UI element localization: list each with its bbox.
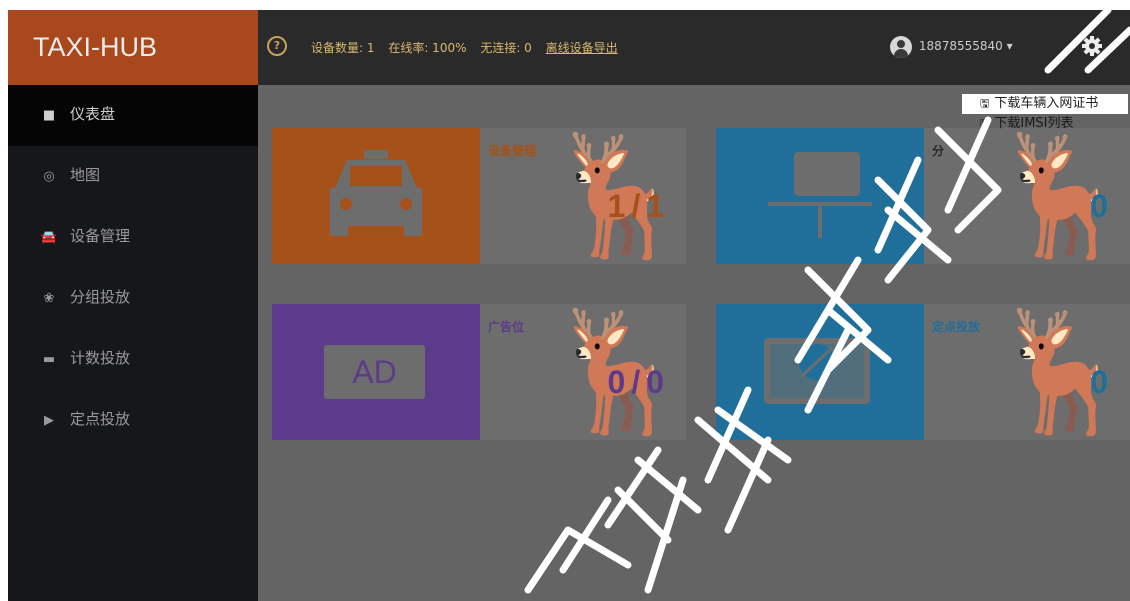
app-frame: TAXI-HUB ? 设备数量: 1 在线率: 100% 无连接: 0 离线设备…: [8, 10, 1130, 601]
watermark-overlay: [524, 10, 1130, 594]
